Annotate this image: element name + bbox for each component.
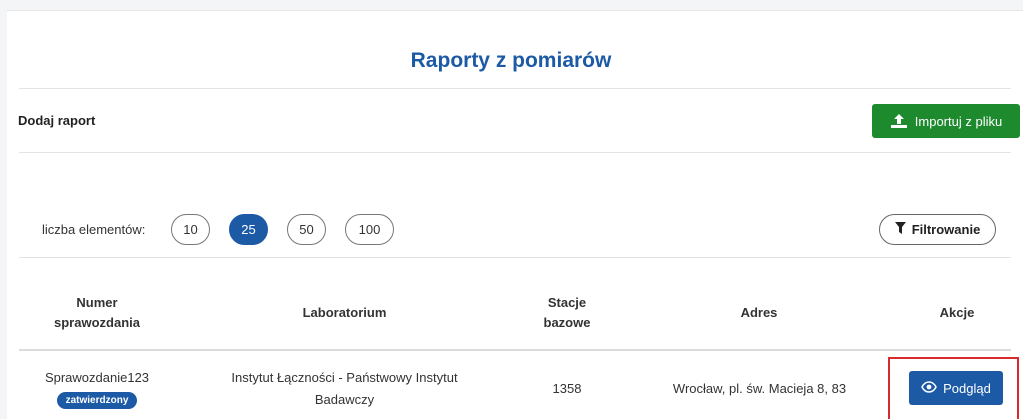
- page-size-option-100[interactable]: 100: [345, 214, 394, 245]
- reports-card: Raporty z pomiarów Dodaj raport Importuj…: [7, 10, 1023, 419]
- laboratory-line: Badawczy: [314, 392, 375, 407]
- cell-base-stations: 1358: [552, 381, 582, 396]
- upload-icon: [890, 113, 908, 129]
- column-header-actions: Akcje: [939, 305, 975, 320]
- cell-report-number: Sprawozdanie123: [44, 370, 150, 385]
- cell-address: Wrocław, pl. św. Macieja 8, 83: [672, 381, 847, 396]
- column-header-laboratory[interactable]: Laboratorium: [207, 303, 482, 323]
- header-line: Stacje: [547, 295, 587, 310]
- import-from-file-button[interactable]: Importuj z pliku: [872, 104, 1020, 138]
- add-report-label: Dodaj raport: [18, 113, 96, 128]
- items-per-page-label: liczba elementów:: [42, 222, 146, 237]
- filter-button[interactable]: Filtrowanie: [879, 214, 996, 245]
- divider: [19, 152, 1011, 153]
- header-line: Numer: [76, 295, 118, 310]
- preview-button-label: Podgląd: [943, 380, 991, 396]
- import-button-label: Importuj z pliku: [914, 113, 1003, 129]
- preview-button[interactable]: Podgląd: [909, 371, 1003, 405]
- page-size-option-10[interactable]: 10: [171, 214, 210, 245]
- laboratory-line: Instytut Łączności - Państwowy Instytut: [231, 370, 458, 385]
- divider: [19, 257, 1011, 258]
- column-header-report-number[interactable]: Numer sprawozdania: [27, 293, 167, 333]
- filter-button-label: Filtrowanie: [911, 222, 981, 237]
- header-line: sprawozdania: [54, 315, 140, 330]
- page-size-option-25[interactable]: 25: [229, 214, 268, 245]
- page-size-option-50[interactable]: 50: [287, 214, 326, 245]
- header-divider: [19, 349, 1011, 351]
- page-title: Raporty z pomiarów: [410, 49, 612, 72]
- header-line: bazowe: [543, 315, 591, 330]
- filter-icon: [894, 222, 906, 237]
- eye-icon: [921, 380, 937, 396]
- status-badge: zatwierdzony: [57, 392, 137, 409]
- column-header-base-stations[interactable]: Stacje bazowe: [527, 293, 607, 333]
- column-header-address[interactable]: Adres: [659, 303, 859, 323]
- cell-laboratory: Instytut Łączności - Państwowy Instytut …: [207, 367, 482, 411]
- divider: [19, 88, 1011, 89]
